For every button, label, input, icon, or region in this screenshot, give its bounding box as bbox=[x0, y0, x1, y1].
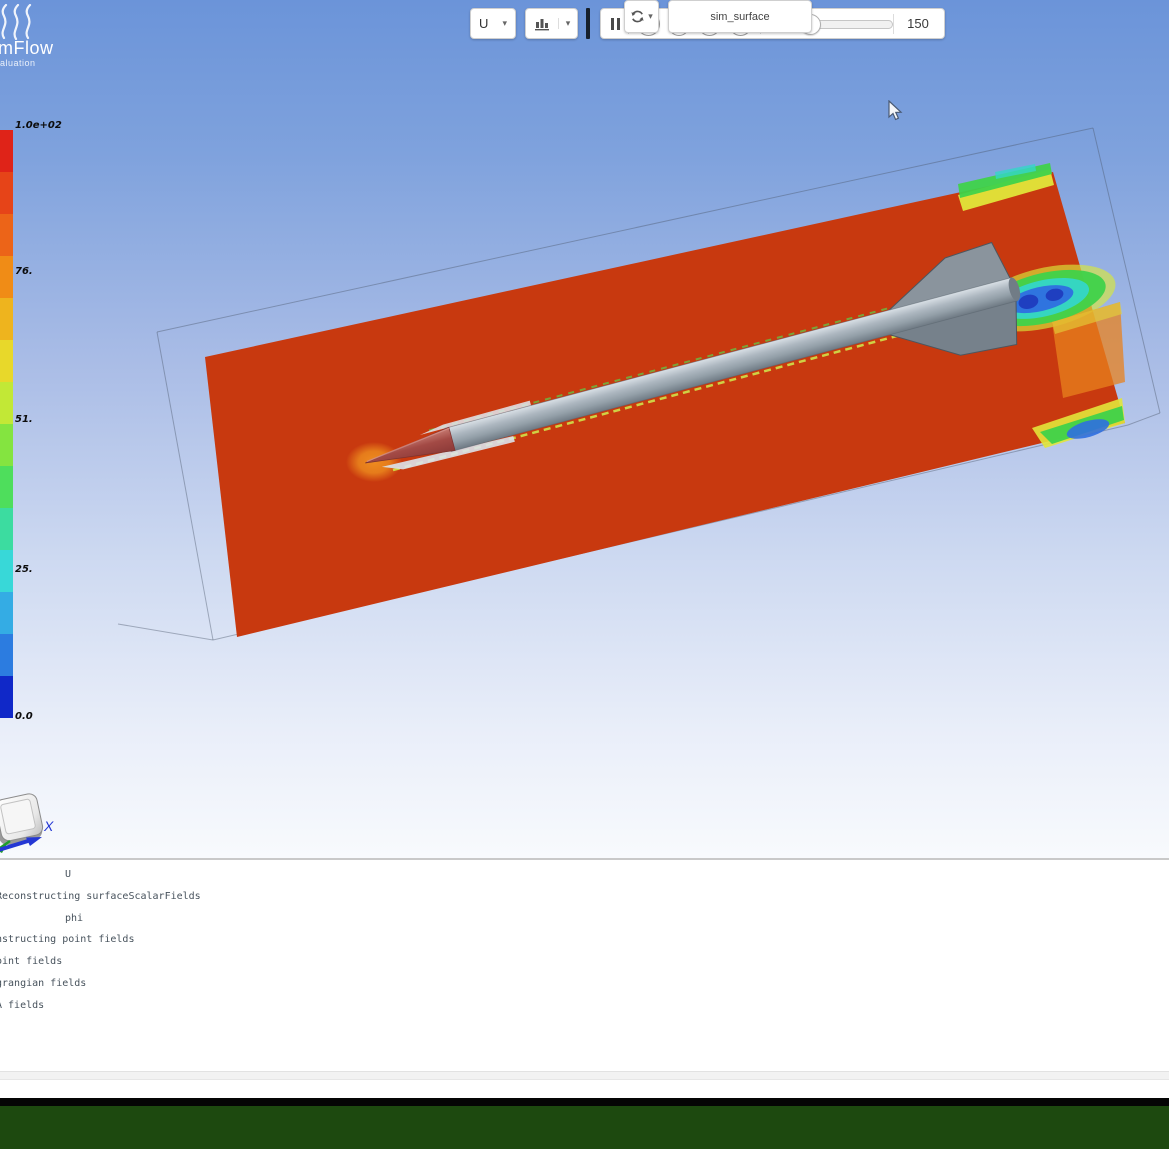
legend-tick-25: 25. bbox=[15, 564, 33, 575]
frame-number: 150 bbox=[902, 16, 934, 31]
refresh-surface-button[interactable]: ▾ bbox=[624, 0, 659, 33]
window-edge-bar bbox=[0, 1098, 1169, 1106]
colorbar-band bbox=[0, 256, 13, 298]
colorbar-band bbox=[0, 172, 13, 214]
colorbar-band bbox=[0, 298, 13, 340]
legend-tick-min: 0.0 bbox=[15, 711, 33, 722]
refresh-icon bbox=[630, 9, 645, 24]
colorbar-band bbox=[0, 340, 13, 382]
surface-name: sim_surface bbox=[710, 11, 769, 23]
render-viewport[interactable]: mFlow aluation U ▾ ▾ bbox=[0, 0, 1169, 858]
velocity-cut-plane bbox=[205, 172, 1125, 637]
x-axis-label: X bbox=[44, 818, 53, 834]
log-line: oint fields bbox=[0, 956, 1169, 978]
log-line: Reconstructing surfaceScalarFields bbox=[0, 891, 1169, 913]
colorbar-band bbox=[0, 676, 13, 718]
colorbar-band bbox=[0, 382, 13, 424]
legend-tick-50: 51. bbox=[15, 414, 33, 425]
chart-tool-button[interactable]: ▾ bbox=[525, 8, 578, 39]
chevron-down-icon: ▾ bbox=[502, 18, 507, 29]
desktop-background-strip bbox=[0, 1106, 1169, 1149]
log-line: A fields bbox=[0, 1000, 1169, 1022]
colorbar-band bbox=[0, 130, 13, 172]
colorbar-band bbox=[0, 592, 13, 634]
chevron-down-icon: ▾ bbox=[566, 18, 571, 29]
orientation-cube[interactable] bbox=[0, 786, 66, 858]
status-strip bbox=[0, 1071, 1169, 1080]
colorbar-band bbox=[0, 466, 13, 508]
cfd-scene bbox=[0, 0, 1169, 858]
colorbar-band bbox=[0, 550, 13, 592]
log-line: grangian fields bbox=[0, 978, 1169, 1000]
chart-dropdown-caret[interactable]: ▾ bbox=[558, 18, 577, 29]
solver-log-console[interactable]: U Reconstructing surfaceScalarFields phi… bbox=[0, 860, 1169, 1073]
chevron-down-icon: ▾ bbox=[648, 11, 653, 22]
log-line: nstructing point fields bbox=[0, 934, 1169, 956]
colorbar-band bbox=[0, 214, 13, 256]
colorbar-band bbox=[0, 634, 13, 676]
colorbar bbox=[0, 130, 13, 718]
legend-tick-max: 1.0e+02 bbox=[15, 120, 62, 131]
bottom-white-strip bbox=[0, 1081, 1169, 1098]
mouse-cursor bbox=[888, 100, 904, 122]
toolbar-separator bbox=[586, 8, 590, 39]
log-line: phi bbox=[65, 913, 1169, 935]
logo-title: mFlow bbox=[0, 38, 54, 59]
legend-tick-75: 76. bbox=[15, 266, 33, 277]
colorbar-band bbox=[0, 508, 13, 550]
flame-icon bbox=[0, 4, 50, 40]
bar-chart-icon bbox=[526, 16, 558, 31]
surface-selector-button[interactable]: sim_surface bbox=[668, 0, 812, 33]
logo-subtitle: aluation bbox=[0, 58, 36, 68]
field-selector-dropdown[interactable]: U ▾ bbox=[470, 8, 516, 39]
pause-button[interactable] bbox=[611, 18, 620, 30]
divider bbox=[893, 14, 894, 34]
log-line: U bbox=[65, 869, 1169, 891]
colorbar-band bbox=[0, 424, 13, 466]
field-selector-value: U bbox=[479, 16, 488, 31]
